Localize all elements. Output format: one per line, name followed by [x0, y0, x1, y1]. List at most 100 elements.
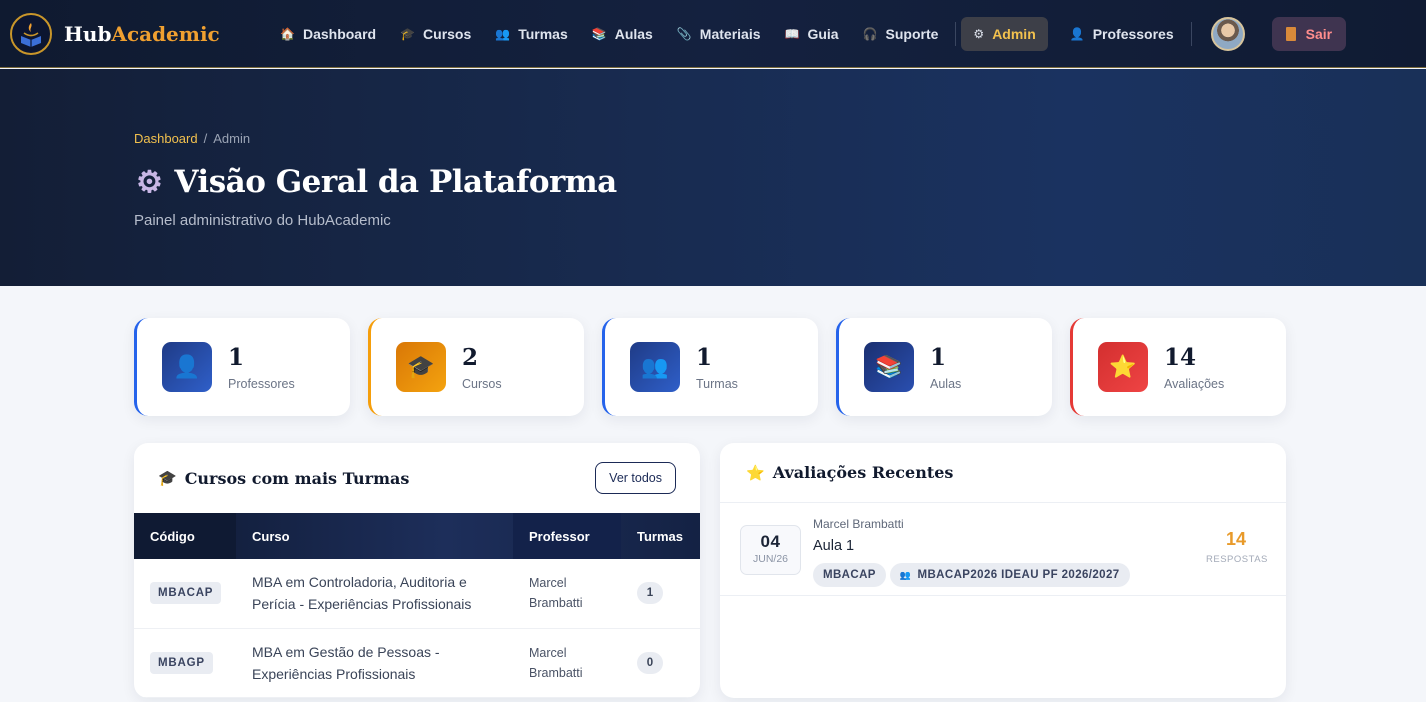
nav-label: Dashboard — [302, 25, 377, 42]
table-header-row: Código Curso Professor Turmas — [134, 513, 700, 559]
users-icon: 👥 — [495, 26, 511, 41]
page-title: ⚙ Visão Geral da Plataforma — [136, 164, 617, 200]
review-day: 04 — [760, 532, 781, 551]
professor-name: Marcel Brambatti — [529, 576, 583, 611]
stat-value: 1 — [696, 344, 713, 371]
courses-table: Código Curso Professor Turmas MBACAP MBA… — [134, 513, 700, 698]
breadcrumb-dashboard-link[interactable]: Dashboard — [134, 131, 198, 146]
nav-label: Admin — [992, 25, 1036, 42]
graduation-cap-icon: 🎓 — [396, 342, 446, 392]
nav-admin[interactable]: ⚙ Admin — [961, 16, 1048, 51]
brand[interactable]: HubAcademic — [10, 12, 250, 55]
books-icon: 📚 — [864, 342, 914, 392]
nav-professores[interactable]: 👤 Professores — [1058, 17, 1186, 51]
books-icon: 📚 — [591, 26, 607, 41]
nav-turmas[interactable]: 👥 Turmas — [483, 17, 580, 51]
nav-label: Suporte — [885, 25, 939, 42]
paperclip-icon: 📎 — [676, 26, 692, 41]
reviews-panel: ⭐ Avaliações Recentes 04 JUN/26 Marcel B… — [720, 443, 1286, 698]
headset-icon: 🎧 — [862, 26, 878, 41]
stat-card-aulas[interactable]: 📚 1 Aulas — [836, 318, 1052, 416]
breadcrumb: Dashboard / Admin — [134, 131, 250, 146]
stat-label: Avaliações — [1164, 377, 1225, 391]
review-month: JUN/26 — [752, 553, 788, 565]
responses-count: 14 — [1225, 529, 1247, 549]
nav-label: Cursos — [423, 25, 472, 42]
course-code-badge: MBAGP — [150, 651, 213, 674]
nav-label: Aulas — [614, 25, 653, 42]
class-tag: 👥 MBACAP2026 IDEAU PF 2026/2027 — [889, 563, 1130, 587]
stat-value: 2 — [462, 344, 479, 371]
nav-label: Professores — [1092, 25, 1174, 42]
door-icon — [1285, 26, 1296, 41]
responses-label: RESPOSTAS — [1206, 554, 1268, 565]
column-header[interactable]: Código — [134, 513, 236, 559]
ver-todos-button[interactable]: Ver todos — [595, 462, 676, 494]
nav-label: Materiais — [699, 25, 761, 42]
nav-dashboard[interactable]: 🏠 Dashboard — [268, 17, 388, 51]
nav-guia[interactable]: 📖 Guia — [773, 17, 851, 51]
mortarboard-icon: 🎓 — [400, 26, 416, 41]
panel-title: Cursos com mais Turmas — [184, 468, 410, 488]
nav-label: Guia — [807, 25, 839, 42]
nav-aulas[interactable]: 📚 Aulas — [580, 17, 665, 51]
stat-card-professores[interactable]: 👤 1 Professores — [134, 318, 350, 416]
stat-value: 1 — [930, 344, 947, 371]
top-navigation: HubAcademic 🏠 Dashboard 🎓 Cursos 👥 Turmas 📚… — [0, 0, 1426, 68]
table-row[interactable]: MBACAP MBA em Controladoria, Auditoria e… — [134, 559, 700, 628]
logout-button[interactable]: Sair — [1271, 16, 1347, 51]
stat-value: 1 — [228, 344, 245, 371]
turmas-count: 0 — [637, 651, 663, 674]
users-icon: 👥 — [630, 342, 680, 392]
breadcrumb-separator: / — [203, 131, 208, 146]
panel-title: Avaliações Recentes — [772, 463, 954, 482]
user-avatar[interactable] — [1210, 16, 1245, 51]
stat-card-cursos[interactable]: 🎓 2 Cursos — [368, 318, 584, 416]
review-date: 04 JUN/26 — [740, 525, 801, 575]
nav-label: Turmas — [518, 25, 568, 42]
graduation-cap-icon: 🎓 — [158, 469, 177, 487]
star-icon: ⭐ — [1098, 342, 1148, 392]
house-icon: 🏠 — [280, 26, 295, 41]
stat-label: Professores — [228, 377, 295, 391]
course-tag: MBACAP — [813, 563, 886, 587]
column-header[interactable]: Professor — [513, 513, 621, 559]
course-name: MBA em Gestão de Pessoas - Experiências P… — [252, 643, 440, 682]
gear-icon: ⚙ — [136, 164, 163, 200]
column-header[interactable]: Turmas — [621, 513, 700, 559]
stat-label: Cursos — [462, 377, 502, 391]
nav-materiais[interactable]: 📎 Materiais — [665, 17, 773, 51]
stat-value: 14 — [1164, 344, 1197, 371]
book-icon: 📖 — [784, 26, 800, 41]
column-header[interactable]: Curso — [236, 513, 513, 559]
stat-label: Aulas — [930, 377, 962, 391]
brand-logo-icon — [10, 12, 52, 55]
user-icon: 👤 — [1069, 26, 1085, 41]
stat-label: Turmas — [696, 377, 738, 391]
page-subtitle: Painel administrativo do HubAcademic — [134, 212, 391, 229]
table-row[interactable]: MBAGP MBA em Gestão de Pessoas - Experiên… — [134, 628, 700, 697]
nav-suporte[interactable]: 🎧 Suporte — [851, 17, 951, 51]
professor-name: Marcel Brambatti — [529, 645, 583, 680]
users-icon: 👥 — [899, 569, 912, 580]
nav-divider — [1190, 21, 1192, 46]
page-title-text: Visão Geral da Plataforma — [174, 164, 617, 200]
course-name: MBA em Controladoria, Auditoria e Perícia… — [252, 574, 472, 613]
course-code-badge: MBACAP — [150, 582, 222, 605]
review-item[interactable]: 04 JUN/26 Marcel Brambatti Aula 1 MBACAP… — [720, 502, 1286, 596]
courses-panel-header: 🎓 Cursos com mais Turmas Ver todos — [134, 443, 700, 513]
stat-card-turmas[interactable]: 👥 1 Turmas — [602, 318, 818, 416]
hero-banner: Dashboard / Admin ⚙ Visão Geral da Platafo… — [0, 69, 1426, 286]
user-icon: 👤 — [162, 342, 212, 392]
nav-cursos[interactable]: 🎓 Cursos — [388, 17, 483, 51]
review-author: Marcel Brambatti — [813, 517, 904, 531]
logout-label: Sair — [1305, 25, 1333, 42]
stat-card-avaliacoes[interactable]: ⭐ 14 Avaliações — [1070, 318, 1286, 416]
star-icon: ⭐ — [746, 463, 765, 482]
brand-name: HubAcademic — [64, 21, 220, 46]
breadcrumb-current: Admin — [213, 131, 251, 146]
review-tags: MBACAP 👥 MBACAP2026 IDEAU PF 2026/2027 — [813, 563, 1134, 587]
nav-divider — [955, 21, 957, 46]
review-title: Aula 1 — [813, 538, 855, 554]
reviews-panel-header: ⭐ Avaliações Recentes — [720, 443, 1286, 502]
